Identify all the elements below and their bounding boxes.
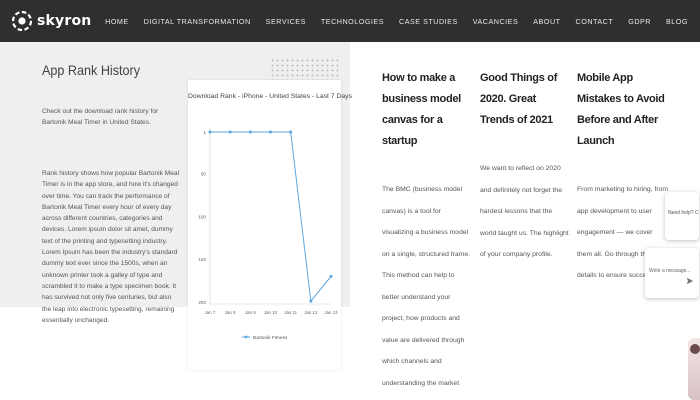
y-tick-label: 150: [198, 257, 206, 262]
nav-gdpr[interactable]: GDPR: [628, 17, 651, 26]
send-icon[interactable]: [686, 277, 694, 285]
nav-vacancies[interactable]: VACANCIES: [473, 17, 519, 26]
nav-contact[interactable]: CONTACT: [576, 17, 614, 26]
page-title: App Rank History: [42, 62, 141, 78]
data-point: [289, 130, 293, 134]
nav-digital-transformation[interactable]: DIGITAL TRANSFORMATION: [144, 17, 251, 26]
data-point: [208, 130, 212, 134]
nav-services[interactable]: SERVICES: [266, 17, 306, 26]
nav-about[interactable]: ABOUT: [533, 17, 560, 26]
chat-input-box[interactable]: Write a message...: [645, 248, 699, 298]
brand-logo[interactable]: skyron: [12, 11, 91, 31]
article-excerpt: The BMC (business model canvas) is a too…: [382, 186, 471, 387]
article-excerpt: We want to reflect on 2020 and definitel…: [480, 165, 569, 258]
y-tick-label: 50: [201, 172, 207, 177]
y-tick-label: 1: [203, 130, 206, 135]
chat-input-placeholder[interactable]: Write a message...: [649, 268, 691, 274]
data-point: [329, 274, 333, 278]
nav-technologies[interactable]: TECHNOLOGIES: [321, 17, 384, 26]
nav-blog[interactable]: BLOG: [666, 17, 688, 26]
data-point: [269, 130, 272, 134]
article-card[interactable]: How to make a business model canvas for …: [382, 68, 472, 400]
x-tick-label: Jan 12: [304, 310, 318, 315]
x-tick-label: Jan 13: [324, 310, 338, 315]
article-title[interactable]: How to make a business model canvas for …: [382, 68, 472, 152]
article-title[interactable]: Mobile App Mistakes to Avoid Before and …: [577, 68, 669, 152]
legend-label: Bartonik Fitness: [253, 335, 288, 341]
data-point: [309, 299, 313, 303]
nav-home[interactable]: HOME: [105, 17, 129, 26]
x-tick-label: Jan 7: [205, 310, 216, 315]
y-tick-label: 100: [198, 214, 206, 219]
rank-chart-card: Download Rank - iPhone - United States -…: [188, 80, 352, 370]
chat-agent-avatar[interactable]: [688, 338, 700, 400]
article-card[interactable]: Good Things of 2020. Great Trends of 202…: [480, 68, 570, 266]
nav-case-studies[interactable]: CASE STUDIES: [399, 17, 458, 26]
x-tick-label: Jan 8: [225, 310, 236, 315]
series-line: [210, 131, 332, 303]
brand-name: skyron: [37, 13, 92, 29]
main-navigation: HOME DIGITAL TRANSFORMATION SERVICES TEC…: [90, 0, 688, 42]
article-title[interactable]: Good Things of 2020. Great Trends of 202…: [480, 68, 570, 131]
x-tick-label: Jan 9: [245, 310, 256, 315]
x-tick-label: Jan 11: [284, 310, 297, 315]
data-point: [228, 130, 232, 134]
legend-swatch-dot: [244, 335, 248, 339]
y-tick-label: 200: [198, 300, 206, 305]
page-body-text: Rank history shows how popular Bartonik …: [42, 170, 180, 324]
logo-mark-icon: [12, 11, 32, 31]
top-nav-bar: skyron HOME DIGITAL TRANSFORMATION SERVI…: [0, 0, 700, 42]
data-point: [248, 130, 252, 134]
rank-line-chart: 150100150200Jan 7 Jan 8 Jan 9 Jan 10 Jan 11 J…: [198, 128, 338, 341]
chat-prompt-bubble[interactable]: Need help? Chat with us: [665, 192, 699, 240]
page-intro: Check out the download rank history for …: [42, 108, 159, 126]
x-tick-label: Jan 10: [264, 310, 278, 315]
